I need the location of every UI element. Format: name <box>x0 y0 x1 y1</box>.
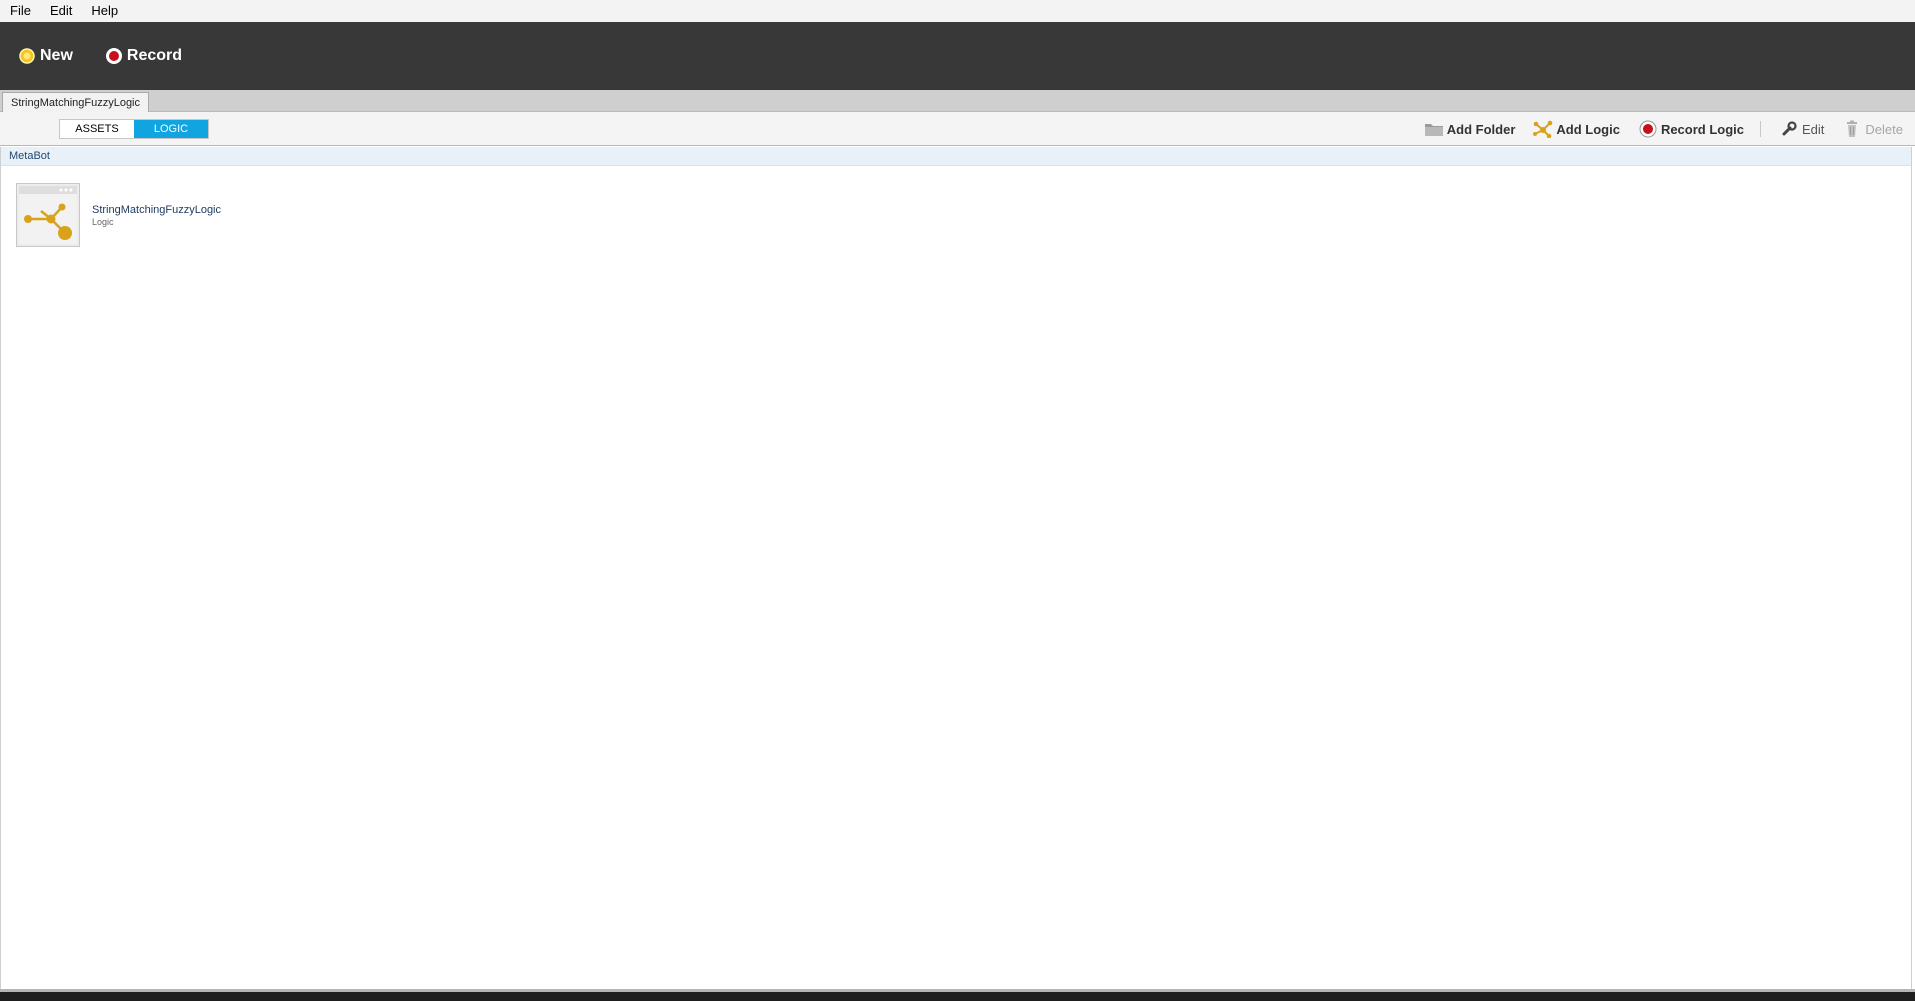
record-button-label: Record <box>126 47 183 64</box>
add-folder-label: Add Folder <box>1446 121 1516 137</box>
toolbar-separator <box>1760 121 1762 137</box>
item-meta: StringMatchingFuzzyLogic Logic <box>92 204 221 247</box>
logic-toggle[interactable]: LOGIC <box>134 120 208 138</box>
menu-file[interactable]: File <box>0 0 40 22</box>
menu-edit[interactable]: Edit <box>40 0 81 22</box>
menu-bar: File Edit Help <box>0 0 1915 22</box>
item-name: StringMatchingFuzzyLogic <box>92 204 222 216</box>
add-folder-button[interactable]: Add Folder <box>1424 120 1516 138</box>
sub-toolbar: ASSETS LOGIC Add Folder Add Logic Record… <box>0 112 1915 146</box>
delete-button[interactable]: Delete <box>1842 120 1903 138</box>
record-icon <box>1638 120 1658 138</box>
menu-help[interactable]: Help <box>81 0 127 22</box>
logic-icon <box>1533 120 1553 139</box>
record-logic-button[interactable]: Record Logic <box>1638 120 1744 138</box>
logic-thumbnail-icon <box>16 183 80 247</box>
sparkle-icon <box>18 47 36 65</box>
item-type: Logic <box>92 217 114 227</box>
assets-toggle[interactable]: ASSETS <box>60 120 134 138</box>
wrench-icon <box>1779 120 1799 138</box>
add-logic-button[interactable]: Add Logic <box>1533 120 1620 139</box>
new-button-label: New <box>40 47 73 64</box>
delete-label: Delete <box>1865 121 1903 137</box>
view-toggle: ASSETS LOGIC <box>59 119 209 139</box>
add-logic-label: Add Logic <box>1556 121 1620 137</box>
edit-label: Edit <box>1802 121 1825 137</box>
tab-strip: StringMatchingFuzzyLogic <box>0 90 1915 113</box>
main-toolbar: New Record <box>0 22 1915 90</box>
folder-icon <box>1424 120 1444 138</box>
trash-icon <box>1842 120 1862 138</box>
list-item[interactable]: StringMatchingFuzzyLogic Logic <box>16 183 221 247</box>
breadcrumb: MetaBot <box>1 147 1911 166</box>
edit-button[interactable]: Edit <box>1779 120 1824 138</box>
content-area: MetaBot StringMatchingFuzzyLogic Logic <box>0 147 1912 989</box>
action-bar: Add Folder Add Logic Record Logic Edit D… <box>1406 112 1903 146</box>
bottom-bar <box>0 992 1915 1001</box>
record-button[interactable]: Record <box>105 47 182 65</box>
record-icon <box>105 47 123 65</box>
tab-stringmatchingfuzzylogic[interactable]: StringMatchingFuzzyLogic <box>2 92 150 113</box>
new-button[interactable]: New <box>18 47 73 65</box>
record-logic-label: Record Logic <box>1660 121 1745 137</box>
